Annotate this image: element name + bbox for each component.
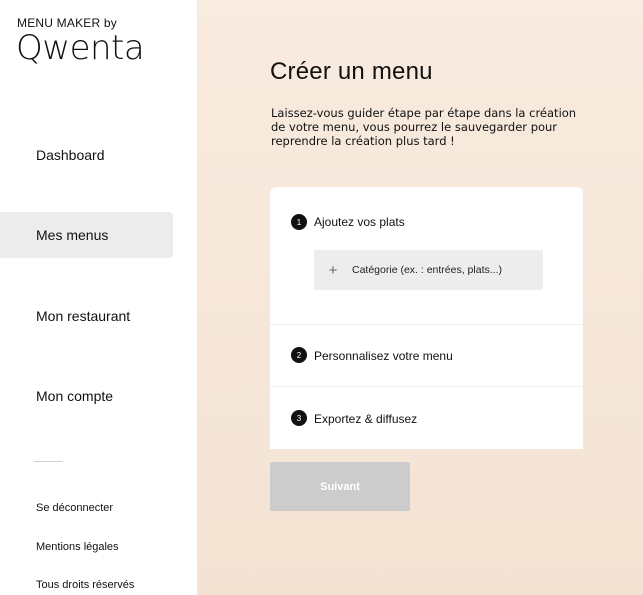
sidebar-item-dashboard[interactable]: Dashboard bbox=[0, 132, 173, 178]
steps-card: 1 Ajoutez vos plats + Catégorie (ex. : e… bbox=[270, 187, 583, 449]
sidebar-divider bbox=[34, 461, 63, 462]
sidebar: MENU MAKER by Qwenta Dashboard Mes menus… bbox=[0, 0, 197, 595]
rights-link[interactable]: Tous droits réservés bbox=[36, 579, 134, 591]
step-separator bbox=[270, 324, 583, 325]
sidebar-item-mon-compte[interactable]: Mon compte bbox=[0, 373, 173, 419]
page-title: Créer un menu bbox=[270, 58, 433, 85]
plus-icon[interactable]: + bbox=[328, 262, 338, 279]
category-placeholder: Catégorie (ex. : entrées, plats...) bbox=[352, 264, 502, 276]
brand-logo[interactable]: Qwenta bbox=[16, 28, 145, 68]
step-2-label[interactable]: Personnalisez votre menu bbox=[314, 349, 453, 363]
intro-text: Laissez-vous guider étape par étape dans… bbox=[271, 106, 577, 148]
sidebar-item-label: Mon restaurant bbox=[36, 308, 131, 324]
category-input[interactable]: + Catégorie (ex. : entrées, plats...) bbox=[314, 250, 543, 290]
legal-link[interactable]: Mentions légales bbox=[36, 541, 119, 553]
logout-link[interactable]: Se déconnecter bbox=[36, 502, 113, 514]
sidebar-item-mes-menus[interactable]: Mes menus bbox=[0, 212, 173, 258]
step-1-label[interactable]: Ajoutez vos plats bbox=[314, 215, 405, 229]
next-button[interactable]: Suivant bbox=[270, 462, 410, 511]
step-number-badge: 2 bbox=[291, 347, 307, 363]
sidebar-item-label: Mon compte bbox=[36, 388, 114, 404]
sidebar-item-label: Mes menus bbox=[36, 227, 109, 243]
step-number-badge: 1 bbox=[291, 214, 307, 230]
main-content: Créer un menu Laissez-vous guider étape … bbox=[197, 0, 643, 595]
step-separator bbox=[270, 386, 583, 387]
step-number-badge: 3 bbox=[291, 410, 307, 426]
step-3-label[interactable]: Exportez & diffusez bbox=[314, 412, 417, 426]
sidebar-item-label: Dashboard bbox=[36, 147, 105, 163]
sidebar-item-mon-restaurant[interactable]: Mon restaurant bbox=[0, 293, 173, 339]
